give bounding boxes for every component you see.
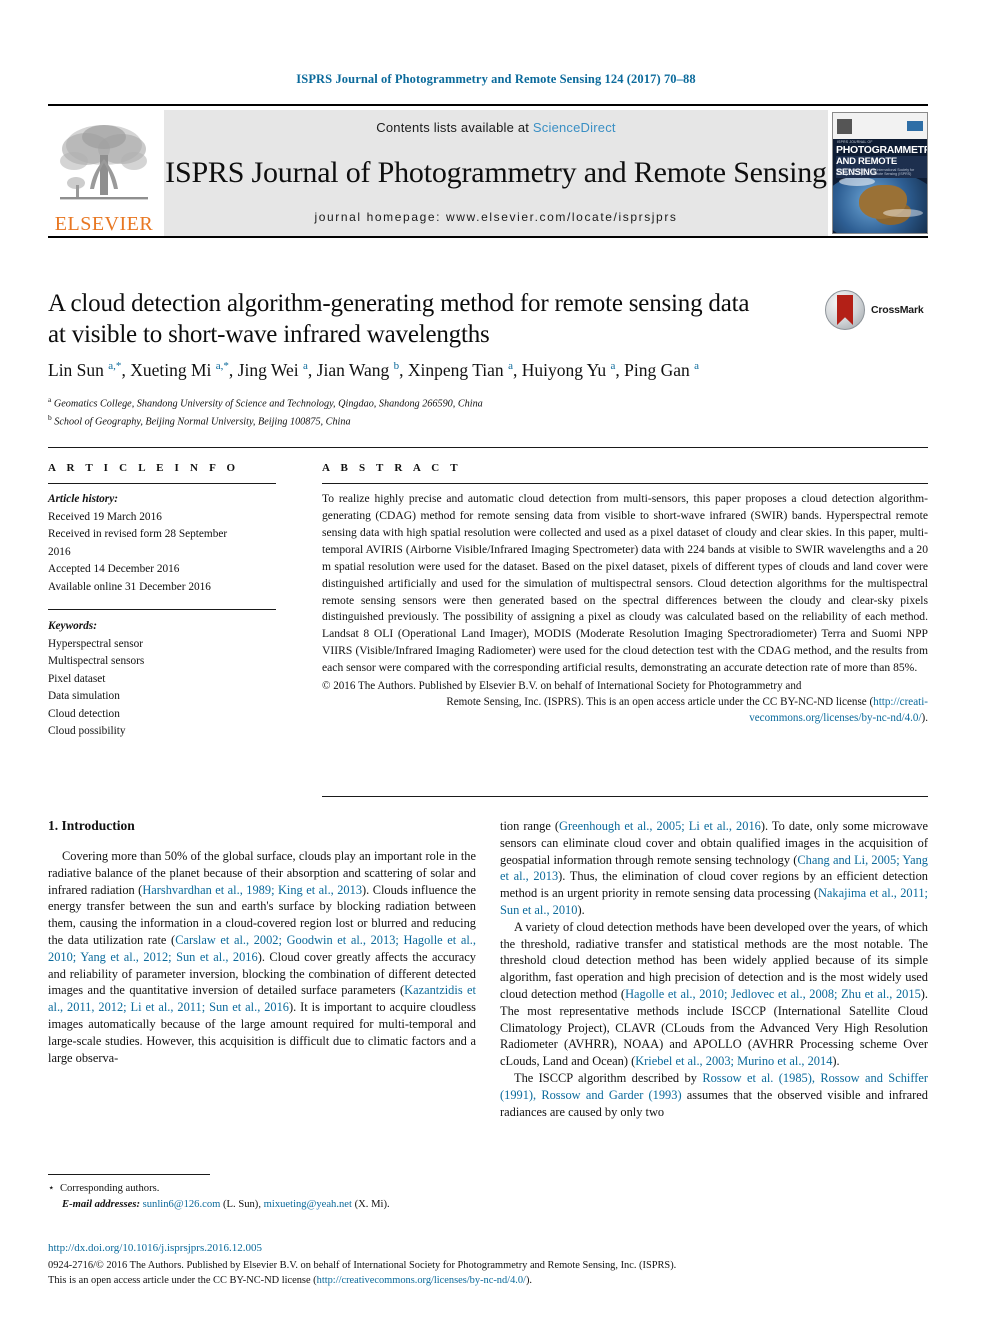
email-note: E-mail addresses: sunlin6@126.com (L. Su…: [48, 1197, 478, 1213]
corresponding-authors-note: ⋆ Corresponding authors.: [48, 1183, 160, 1194]
intro-column-right: tion range (Greenhough et al., 2005; Li …: [500, 818, 928, 1120]
article-info-rule: [48, 483, 276, 484]
intro-paragraph: The ISCCP algorithm described by Rossow …: [500, 1070, 928, 1120]
paragraph-text: tion range (: [500, 819, 560, 833]
citation-link[interactable]: Harshvardhan et al., 1989; King et al., …: [142, 883, 362, 897]
history-item: Received in revised form 28 September: [48, 528, 228, 540]
keywords-block: Keywords: Hyperspectral sensor Multispec…: [48, 609, 276, 741]
cover-title-line1: PHOTOGRAMMETRY: [836, 144, 928, 156]
affiliation-b-text: School of Geography, Beijing Normal Univ…: [54, 416, 351, 428]
crossmark-icon: [825, 290, 865, 330]
affiliation-a: a Geomatics College, Shandong University…: [48, 395, 483, 410]
isprs-mark-icon: [907, 121, 923, 131]
issn-copyright-line: 0924-2716/© 2016 The Authors. Published …: [48, 1259, 677, 1271]
article-history: Article history: Received 19 March 2016 …: [48, 491, 276, 596]
sciencedirect-link[interactable]: ScienceDirect: [533, 120, 616, 135]
license-pre: This is an open access article under the…: [48, 1275, 317, 1287]
affiliation-b: b School of Geography, Beijing Normal Un…: [48, 412, 351, 428]
author-list: Lin Sun a,*, Xueting Mi a,*, Jing Wei a,…: [48, 360, 700, 380]
email-link-2[interactable]: mixueting@yeah.net: [264, 1199, 352, 1210]
journal-cover-thumbnail: ISPRS JOURNAL OF PHOTOGRAMMETRY AND REMO…: [832, 112, 928, 234]
intro-paragraph: A variety of cloud detection methods hav…: [500, 919, 928, 1070]
cc-license-link-part2[interactable]: vecommons.org/licenses/by-nc-nd/4.0/: [749, 712, 921, 724]
history-item: 2016: [48, 545, 71, 558]
history-item: Accepted 14 December 2016: [48, 563, 180, 575]
affiliations: a Geomatics College, Shandong University…: [48, 394, 928, 430]
contents-line: Contents lists available at ScienceDirec…: [376, 120, 615, 135]
license-link[interactable]: http://creativecommons.org/licenses/by-n…: [317, 1275, 526, 1286]
elsevier-mark-icon: [837, 118, 852, 134]
copyright-tail: ).: [921, 711, 928, 724]
paper-title: A cloud detection algorithm-generating m…: [48, 289, 818, 350]
history-item: Available online 31 December 2016: [48, 580, 211, 593]
paper-page: ISPRS Journal of Photogrammetry and Remo…: [0, 0, 992, 1323]
article-history-label: Article history:: [48, 493, 118, 505]
elsevier-tree-icon: [60, 125, 148, 200]
divider-above-info: [48, 447, 928, 448]
paper-title-line1: A cloud detection algorithm-generating m…: [48, 290, 750, 317]
abstract-heading: A B S T R A C T: [322, 462, 462, 474]
cloud-graphic: [839, 177, 875, 186]
email-owner-2: (X. Mi).: [351, 1198, 390, 1210]
email-link-1[interactable]: sunlin6@126.com: [143, 1199, 221, 1210]
divider-below-abstract: [322, 796, 928, 797]
keyword-item: Cloud possibility: [48, 725, 126, 737]
keyword-item: Hyperspectral sensor: [48, 637, 144, 650]
keyword-item: Pixel dataset: [48, 672, 106, 685]
license-tail: ).: [525, 1275, 533, 1287]
doi-link[interactable]: http://dx.doi.org/10.1016/j.isprsjprs.20…: [48, 1240, 938, 1257]
contents-prefix: Contents lists available at: [376, 120, 533, 135]
paper-title-line2: at visible to short-wave infrared wavele…: [48, 320, 490, 348]
history-item: Received 19 March 2016: [48, 510, 162, 523]
banner-center: Contents lists available at ScienceDirec…: [164, 110, 828, 236]
citation-link[interactable]: Kriebel et al., 2003; Murino et al., 201…: [635, 1054, 832, 1068]
copyright-line2-pre: Remote Sensing, Inc. (ISPRS). This is an…: [446, 695, 874, 708]
cover-header-strip: [833, 113, 927, 139]
abstract-copyright: © 2016 The Authors. Published by Elsevie…: [322, 679, 928, 726]
keyword-item: Multispectral sensors: [48, 655, 145, 667]
copyright-line2: Remote Sensing, Inc. (ISPRS). This is an…: [322, 695, 928, 711]
crossmark-badge[interactable]: CrossMark: [825, 288, 929, 332]
keyword-item: Data simulation: [48, 690, 120, 702]
elsevier-logo: ELSEVIER: [48, 110, 160, 236]
cloud-graphic: [883, 209, 923, 217]
abstract-rule: [322, 483, 928, 484]
paragraph-text: ).: [577, 902, 585, 917]
email-owner-1: (L. Sun),: [220, 1198, 264, 1210]
email-label: E-mail addresses:: [62, 1198, 140, 1210]
article-info-heading: A R T I C L E I N F O: [48, 462, 240, 474]
article-info-column: A R T I C L E I N F O Article history: R…: [48, 462, 276, 741]
citation-link[interactable]: Greenhough et al., 2005; Li et al., 2016: [559, 819, 761, 833]
keywords-label: Keywords:: [48, 620, 97, 632]
intro-column-left: Covering more than 50% of the global sur…: [48, 848, 476, 1066]
abstract-column: A B S T R A C T To realize highly precis…: [322, 462, 928, 726]
section-heading-introduction: 1. Introduction: [48, 818, 135, 833]
footer-block: http://dx.doi.org/10.1016/j.isprsjprs.20…: [48, 1240, 938, 1289]
cc-license-link-part1[interactable]: http://creati-: [873, 696, 928, 708]
affiliation-a-text: Geomatics College, Shandong University o…: [53, 398, 483, 410]
copyright-line3: vecommons.org/licenses/by-nc-nd/4.0/).: [322, 711, 928, 727]
paragraph-text: The ISCCP algorithm described by: [514, 1070, 703, 1085]
footnote-block: ⋆ Corresponding authors. E-mail addresse…: [48, 1181, 478, 1213]
journal-homepage[interactable]: journal homepage: www.elsevier.com/locat…: [314, 210, 677, 224]
intro-paragraph: tion range (Greenhough et al., 2005; Li …: [500, 818, 928, 919]
journal-title: ISPRS Journal of Photogrammetry and Remo…: [165, 155, 827, 189]
citation-link[interactable]: Hagolle et al., 2010; Jedlovec et al., 2…: [625, 987, 921, 1001]
crossmark-label: CrossMark: [871, 304, 924, 316]
abstract-body: To realize highly precise and automatic …: [322, 492, 928, 675]
cover-subline: Official Publication of the Internationa…: [836, 168, 915, 176]
keyword-item: Cloud detection: [48, 707, 120, 720]
running-head: ISPRS Journal of Photogrammetry and Remo…: [296, 72, 696, 86]
copyright-line1: © 2016 The Authors. Published by Elsevie…: [322, 680, 802, 693]
corresponding-authors-text: Corresponding authors.: [59, 1183, 160, 1194]
intro-paragraph: Covering more than 50% of the global sur…: [48, 848, 476, 1066]
journal-banner: ELSEVIER Contents lists available at Sci…: [48, 104, 928, 238]
paragraph-text: ).: [832, 1054, 840, 1069]
elsevier-wordmark: ELSEVIER: [54, 213, 154, 235]
footnote-rule: [48, 1174, 210, 1175]
